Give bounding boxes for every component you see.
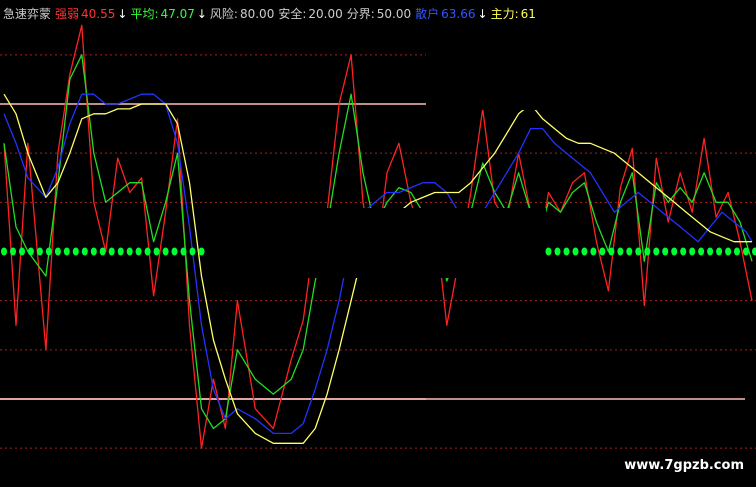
marker-dot: [189, 247, 196, 256]
marker-dot: [81, 247, 88, 256]
marker-dot: [10, 247, 16, 256]
marker-dot: [554, 247, 561, 256]
marker-dot: [153, 247, 160, 256]
marker-dot: [162, 247, 169, 256]
header-label-2: 风险:: [209, 7, 238, 21]
marker-dot: [572, 247, 579, 256]
marker-dot: [63, 247, 70, 256]
marker-dot: [581, 247, 588, 256]
marker-dot: [72, 247, 79, 256]
down-arrow-icon: ↓: [477, 7, 488, 21]
marker-dot: [180, 247, 187, 256]
header-value-5: 63.66: [441, 7, 476, 21]
marker-dot: [653, 247, 660, 256]
marker-dot: [716, 247, 723, 256]
marker-dot: [99, 247, 106, 256]
header-value-3: 20.00: [308, 7, 343, 21]
marker-dot: [144, 247, 151, 256]
marker-dot: [117, 247, 124, 256]
mask-block: [322, 208, 542, 278]
marker-dot: [563, 247, 570, 256]
down-arrow-icon: ↓: [196, 7, 207, 21]
indicator-title: 急速弈蒙: [3, 7, 52, 21]
marker-dot: [644, 247, 651, 256]
marker-dot: [689, 247, 696, 256]
header-label-6: 主力:: [490, 7, 519, 21]
marker-dot: [590, 247, 597, 256]
marker-dot: [108, 247, 115, 256]
marker-dot: [126, 247, 133, 256]
marker-dot: [617, 247, 624, 256]
marker-dot: [743, 247, 749, 256]
marker-dot: [698, 247, 705, 256]
marker-dot: [36, 247, 43, 256]
marker-dot: [54, 247, 61, 256]
watermark: www.7gpzb.com: [624, 458, 744, 473]
mask-layer: [196, 0, 756, 278]
indicator-chart: [0, 0, 756, 449]
marker-dot: [671, 247, 678, 256]
marker-dot: [198, 247, 205, 256]
marker-dot: [90, 247, 97, 256]
marker-dot: [135, 247, 142, 256]
marker-dot: [662, 247, 669, 256]
header-label-4: 分界:: [346, 7, 375, 21]
header-value-0: 40.55: [81, 7, 116, 21]
marker-dot: [27, 247, 34, 256]
marker-dot: [45, 247, 52, 256]
header-value-1: 47.07: [160, 7, 195, 21]
indicator-values: 强弱 40.55 ↓ 平均: 47.07 ↓ 风险: 80.00 安全: 20.00 分界: 50.0…: [55, 7, 540, 21]
marker-dot: [680, 247, 687, 256]
header-label-5: 散户: [415, 7, 440, 21]
marker-dot: [707, 247, 714, 256]
marker-dot: [19, 247, 25, 256]
header-value-2: 80.00: [239, 7, 275, 21]
indicator-header: 急速弈蒙 强弱 40.55 ↓ 平均: 47.07 ↓ 风险: 80.00 安全: 20.00 分界…: [3, 7, 540, 21]
marker-dot: [752, 247, 756, 256]
down-arrow-icon: ↓: [117, 7, 128, 21]
marker-dot: [626, 247, 633, 256]
marker-dot: [545, 247, 552, 256]
marker-dot: [1, 247, 7, 256]
marker-dot: [635, 247, 642, 256]
header-label-1: 平均:: [130, 7, 159, 21]
marker-dot: [608, 247, 615, 256]
header-label-3: 安全:: [278, 7, 307, 21]
marker-dot: [725, 247, 732, 256]
header-label-0: 强弱: [55, 7, 80, 21]
marker-dot: [171, 247, 178, 256]
marker-dot: [599, 247, 606, 256]
marker-dot: [734, 247, 740, 256]
header-value-6: 61: [520, 7, 536, 21]
header-value-4: 50.00: [376, 7, 412, 21]
